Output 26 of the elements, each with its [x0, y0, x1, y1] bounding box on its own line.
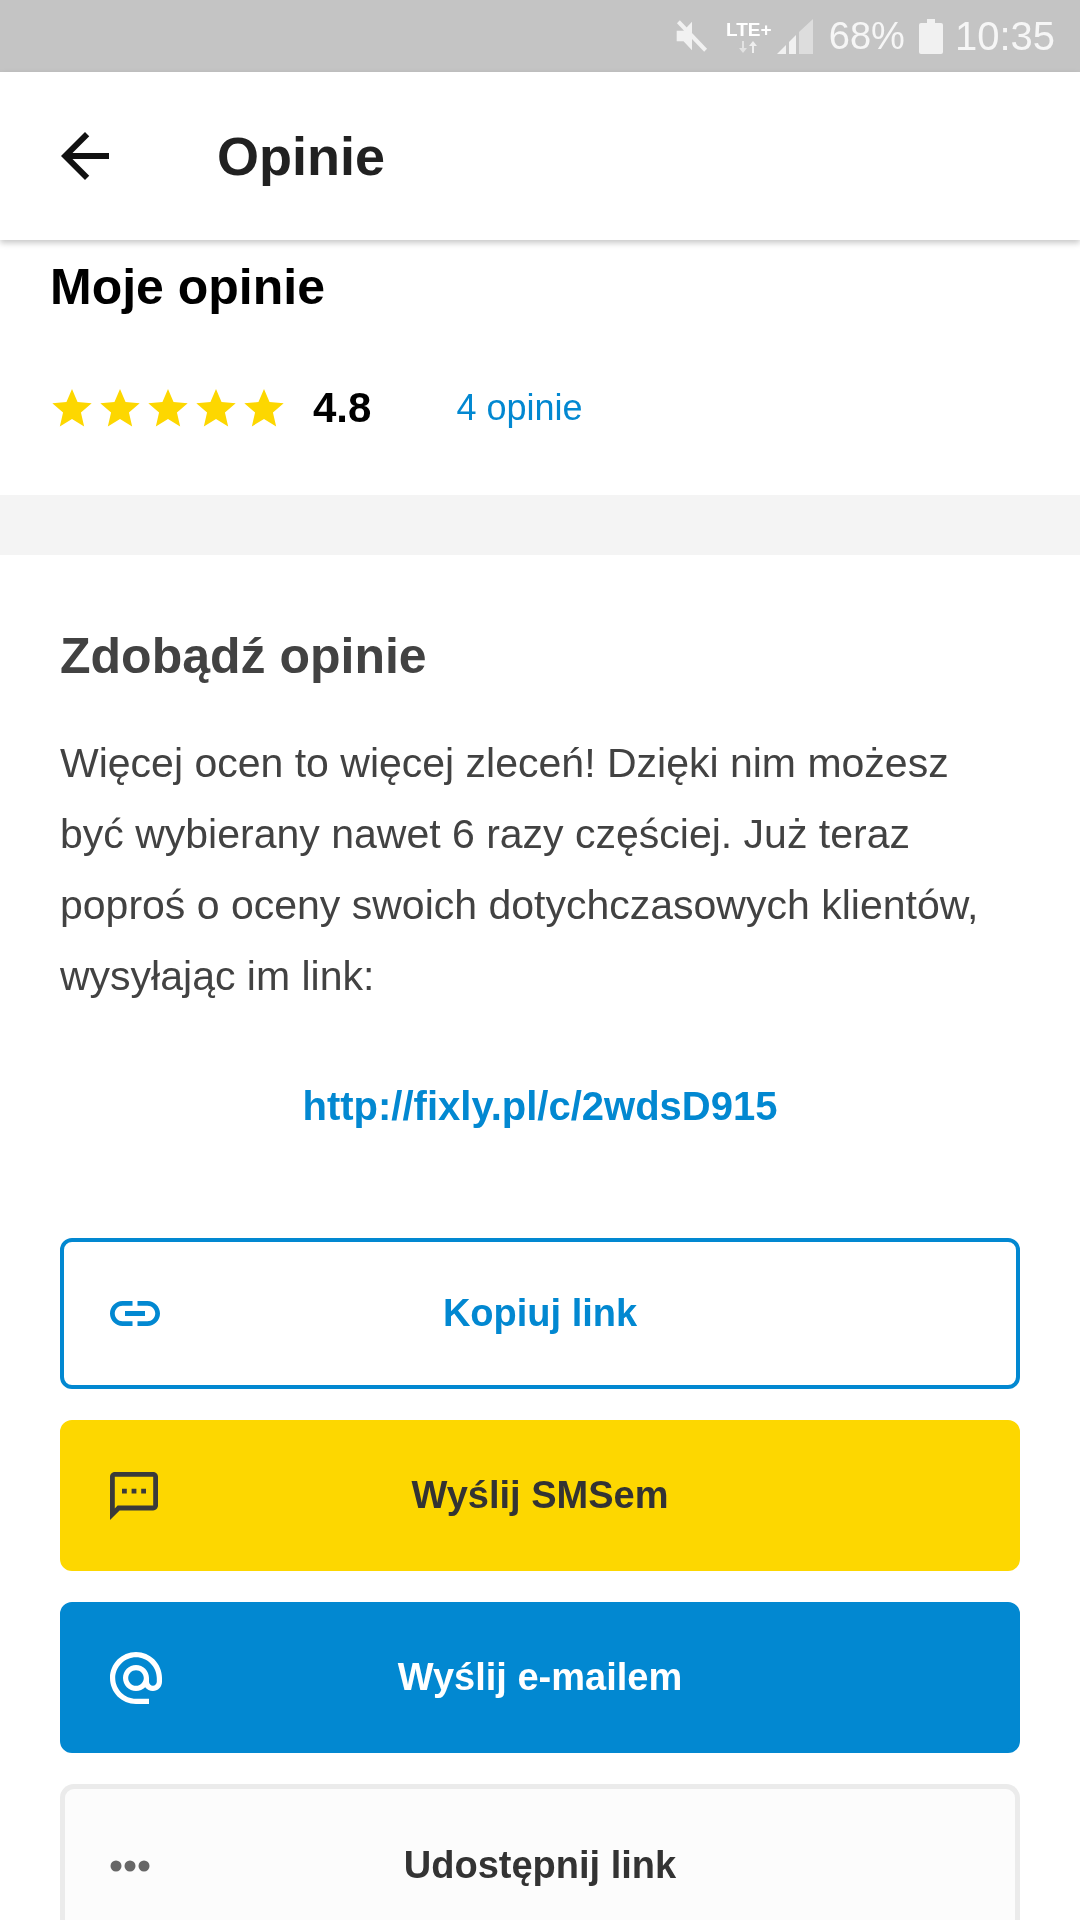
star-icon [244, 389, 284, 427]
copy-link-button[interactable]: Kopiuj link [60, 1238, 1020, 1389]
star-icon [100, 389, 140, 427]
description-text: Więcej ocen to więcej zleceń! Dzięki nim możesz być wybierany nawet 6 razy częściej. Już teraz poproś o oceny swoich dotychczasowych klientów, wysyłając im link: [60, 739, 980, 1001]
section-heading: Moje opinie [50, 258, 326, 317]
signal-icon [776, 18, 813, 54]
data-arrows-icon [737, 40, 760, 53]
star-icon [52, 389, 92, 427]
muted-speaker-icon [674, 20, 709, 52]
section-heading: Zdobądź opinie [60, 627, 428, 686]
back-icon[interactable] [61, 132, 109, 180]
battery-icon [918, 18, 943, 54]
reviews-count-link[interactable]: 4 opinie [456, 386, 583, 430]
network-type-label: LTE+ [726, 19, 772, 39]
rating-value: 4.8 [313, 384, 372, 432]
email-button[interactable]: Wyślij e-mailem [60, 1602, 1020, 1753]
screen-title: Opinie [217, 125, 385, 188]
star-icon [148, 389, 188, 427]
sms-button[interactable]: Wyślij SMSem [60, 1420, 1020, 1571]
share-button[interactable]: Udostępnij link [60, 1784, 1020, 1920]
star-icon [196, 389, 236, 427]
at-sign-icon [110, 1651, 162, 1704]
review-link[interactable]: http://fixly.pl/c/2wdsD915 [302, 1084, 778, 1128]
message-icon [110, 1471, 158, 1520]
link-icon [110, 1301, 160, 1326]
more-dots-icon [110, 1859, 150, 1872]
